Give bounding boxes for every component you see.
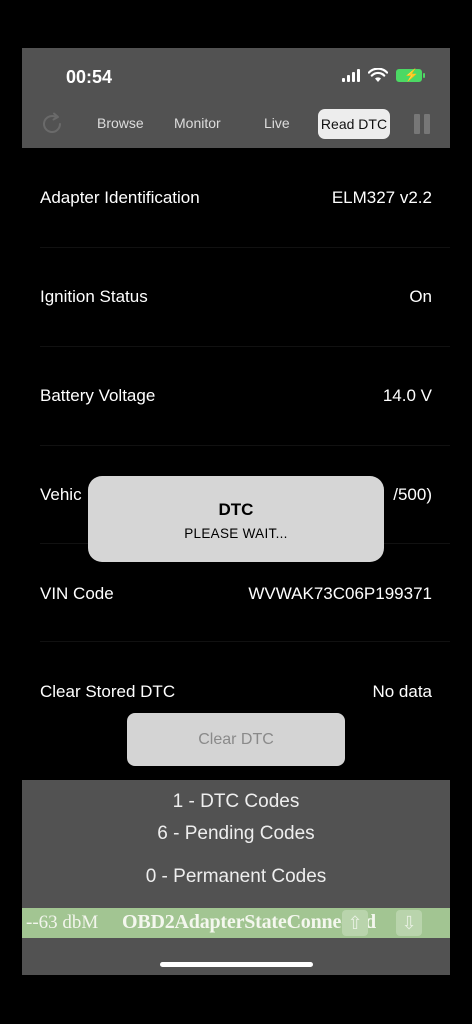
row-divider xyxy=(40,346,450,347)
signal-strength: --63 dbM xyxy=(26,912,99,933)
arrow-up-icon[interactable]: ⇧ xyxy=(342,910,368,936)
permanent-codes-count: 0 - Permanent Codes xyxy=(145,866,327,887)
battery-charging-icon: ⚡ xyxy=(396,68,425,82)
wifi-icon xyxy=(368,68,388,82)
row-battery-voltage: Battery Voltage 14.0 V xyxy=(40,376,432,416)
toolbar: Browse Monitor Live Read DTC xyxy=(22,106,450,142)
row-value: /500) xyxy=(393,485,432,504)
arrow-down-icon[interactable]: ⇩ xyxy=(396,910,422,936)
row-label: Adapter Identification xyxy=(40,188,200,207)
adapter-state-bar: --63 dbM OBD2AdapterStateConnected ⇧ ⇩ xyxy=(22,908,450,938)
row-value: On xyxy=(409,287,432,306)
row-clear-stored-dtc: Clear Stored DTC No data xyxy=(40,672,432,712)
pending-codes-count: 6 - Pending Codes xyxy=(157,823,315,844)
row-divider xyxy=(40,445,450,446)
tab-browse[interactable]: Browse xyxy=(97,115,144,131)
cellular-signal-icon xyxy=(342,69,360,82)
row-value: WVWAK73C06P199371 xyxy=(248,584,432,603)
row-label: Clear Stored DTC xyxy=(40,682,176,701)
loading-dialog: DTC PLEASE WAIT... xyxy=(88,476,384,562)
dialog-title: DTC xyxy=(218,500,254,519)
row-label: Ignition Status xyxy=(40,287,148,306)
tab-read-dtc[interactable]: Read DTC xyxy=(318,109,390,139)
row-label: VIN Code xyxy=(40,584,114,603)
dtc-codes-count: 1 - DTC Codes xyxy=(172,791,300,812)
row-adapter-identification: Adapter Identification ELM327 v2.2 xyxy=(40,178,432,218)
top-chrome: 00:54 ⚡ Browse Monitor Live Read DTC xyxy=(22,48,450,148)
home-indicator[interactable] xyxy=(160,962,313,967)
adapter-state: OBD2AdapterStateConnected xyxy=(122,911,376,933)
row-ignition-status: Ignition Status On xyxy=(40,277,432,317)
row-divider xyxy=(40,641,450,642)
row-label: Vehic xyxy=(40,485,82,504)
tab-live[interactable]: Live xyxy=(264,115,290,131)
status-icons: ⚡ xyxy=(342,68,425,83)
dtc-summary-panel: 1 - DTC Codes 6 - Pending Codes 0 - Perm… xyxy=(22,780,450,975)
row-value: No data xyxy=(372,682,432,701)
clear-dtc-button[interactable]: Clear DTC xyxy=(127,713,345,766)
refresh-icon[interactable] xyxy=(40,112,64,136)
pause-icon[interactable] xyxy=(414,114,432,134)
row-value: 14.0 V xyxy=(382,386,432,405)
row-value: ELM327 v2.2 xyxy=(331,188,432,207)
status-time: 00:54 xyxy=(66,67,113,87)
dialog-message: PLEASE WAIT... xyxy=(184,526,288,541)
tab-monitor[interactable]: Monitor xyxy=(174,115,221,131)
row-divider xyxy=(40,247,450,248)
row-label: Battery Voltage xyxy=(40,386,156,405)
row-vin-code: VIN Code WVWAK73C06P199371 xyxy=(40,574,432,614)
